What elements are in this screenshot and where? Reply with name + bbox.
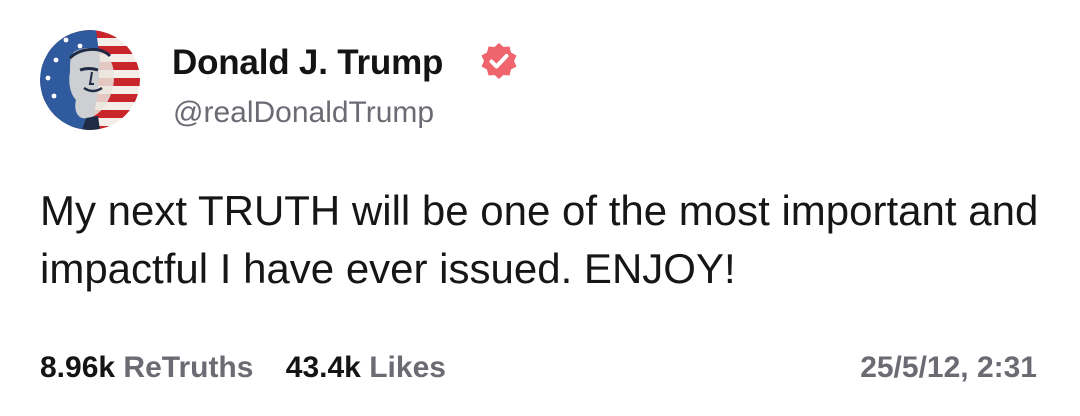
author-avatar[interactable] [40,30,140,130]
likes-count: 43.4k [285,351,361,384]
likes-stat[interactable]: 43.4k Likes [286,348,446,388]
retruths-stat[interactable]: 8.96k ReTruths [40,348,253,388]
post-text: My next TRUTH will be one of the most im… [40,187,1039,292]
retruths-label: ReTruths [123,351,254,384]
author-display-name[interactable]: Donald J. Trump [172,41,443,85]
author-handle[interactable]: @realDonaldTrump [173,93,434,133]
post-stats: 8.96k ReTruths 43.4k Likes [40,348,446,388]
verified-badge-icon [481,43,517,79]
post-timestamp[interactable]: 25/5/12, 2:31 [860,348,1037,388]
avatar-flag-portrait-icon [40,30,140,130]
truth-post: Donald J. Trump @realDonaldTrump My next… [0,0,1080,416]
retruths-count: 8.96k [40,351,116,384]
likes-label: Likes [369,351,446,384]
